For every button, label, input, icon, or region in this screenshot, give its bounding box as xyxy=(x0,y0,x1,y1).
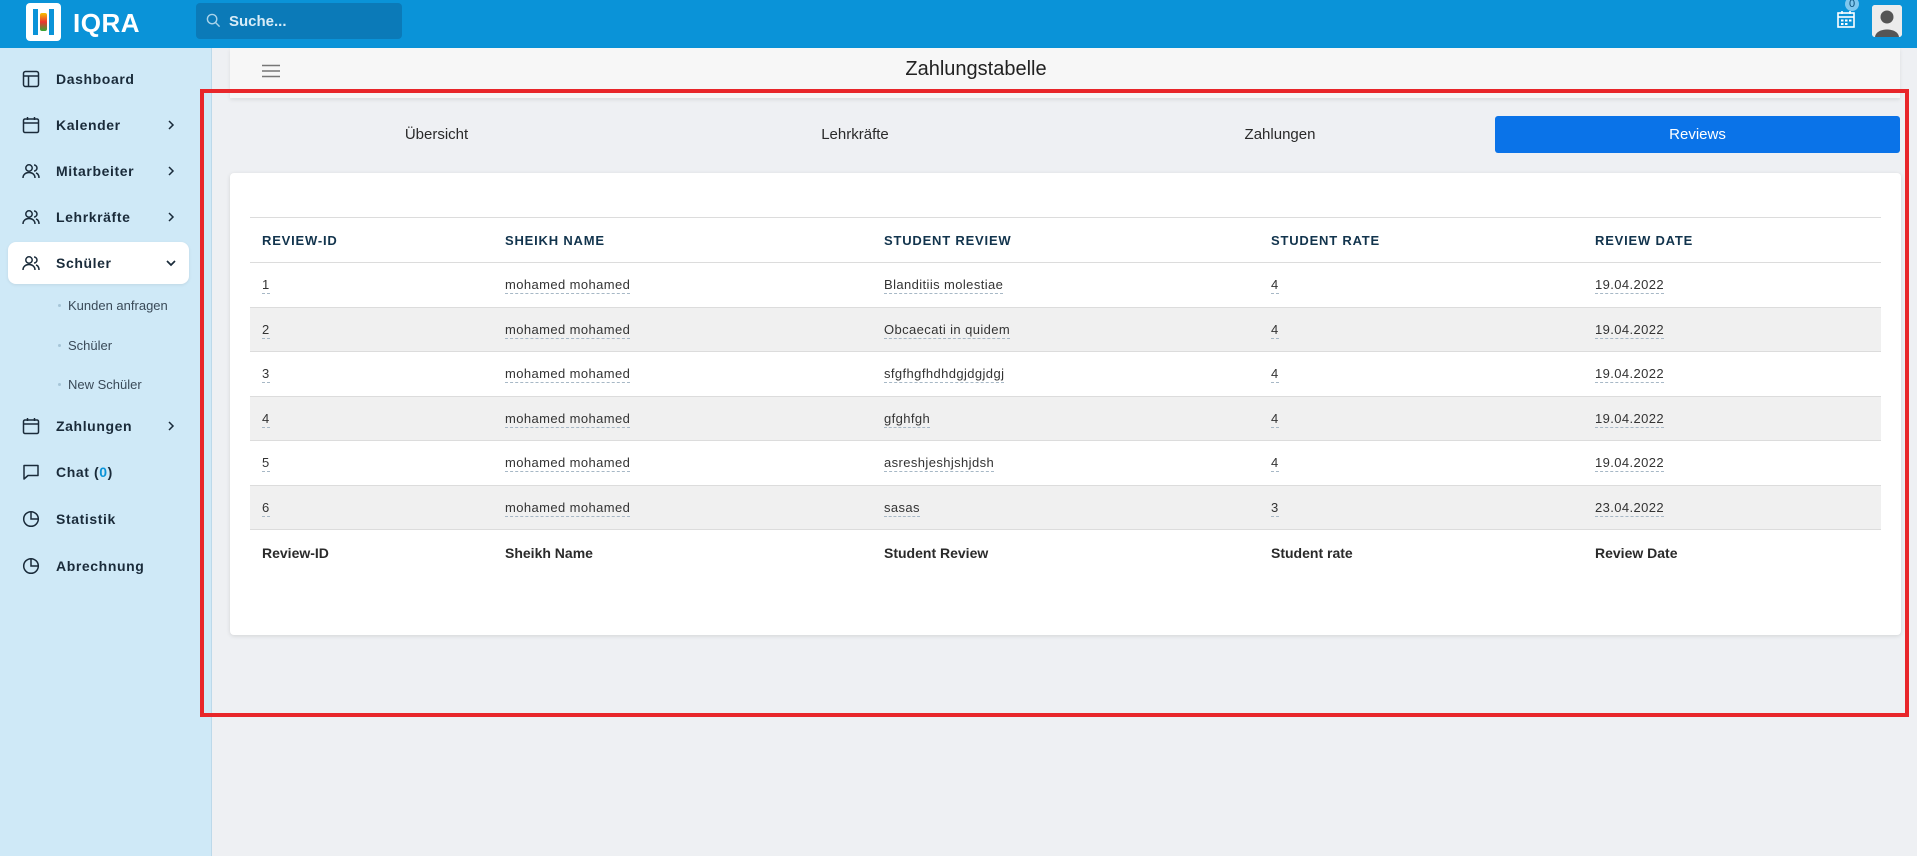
chat-icon xyxy=(23,464,39,480)
sidebar-item-label: Dashboard xyxy=(56,71,135,87)
sidebar-item-abrechnung[interactable]: Abrechnung xyxy=(8,545,189,587)
chat-count: 0 xyxy=(99,464,108,480)
calendar-icon[interactable] xyxy=(1837,10,1855,28)
app-title[interactable]: IQRA xyxy=(73,8,140,39)
sidebar-subitem-label: Schüler xyxy=(68,338,113,353)
sidebar-item-label: Chat (0) xyxy=(56,464,113,480)
sidebar-item-label: Abrechnung xyxy=(56,558,145,574)
users-icon xyxy=(22,210,40,225)
search-box[interactable] xyxy=(196,3,402,39)
sidebar-item-label: Statistik xyxy=(56,511,116,527)
bullet-icon xyxy=(58,344,61,347)
sidebar-item-mitarbeiter[interactable]: Mitarbeiter xyxy=(8,150,189,192)
pie-chart-icon xyxy=(22,510,40,528)
sidebar-item-label: Mitarbeiter xyxy=(56,163,135,179)
sidebar-item-statistik[interactable]: Statistik xyxy=(8,498,189,540)
search-icon xyxy=(206,13,221,28)
bullet-icon xyxy=(58,383,61,386)
avatar[interactable] xyxy=(1872,5,1902,37)
calendar-badge: 0 xyxy=(1845,0,1859,11)
calendar-icon xyxy=(22,117,40,134)
sidebar-item-label: Lehrkräfte xyxy=(56,209,131,225)
chevron-right-icon xyxy=(168,166,175,176)
sidebar-subitem-label: New Schüler xyxy=(68,377,142,392)
top-bar: IQRA 0 xyxy=(0,0,1917,48)
page-title: Zahlungstabelle xyxy=(905,58,1047,80)
sidebar-item-zahlungen[interactable]: Zahlungen xyxy=(8,405,189,447)
app-logo[interactable] xyxy=(26,3,61,41)
sidebar-subitem-label: Kunden anfragen xyxy=(68,298,168,313)
sidebar-item-label: Schüler xyxy=(56,255,112,271)
sidebar-item-label: Zahlungen xyxy=(56,418,133,434)
sidebar-item-dashboard[interactable]: Dashboard xyxy=(8,58,189,100)
sidebar-item-lehrkraefte[interactable]: Lehrkräfte xyxy=(8,196,189,238)
chevron-right-icon xyxy=(168,212,175,222)
calendar-icon xyxy=(22,418,40,435)
search-input[interactable] xyxy=(229,3,394,39)
chevron-right-icon xyxy=(168,120,175,130)
sidebar-item-kalender[interactable]: Kalender xyxy=(8,104,189,146)
pie-chart-icon xyxy=(22,557,40,575)
users-icon xyxy=(22,164,40,179)
sidebar-item-chat[interactable]: Chat (0) xyxy=(8,451,189,493)
chevron-down-icon xyxy=(166,260,176,267)
dashboard-icon xyxy=(22,70,40,88)
sidebar: Dashboard Kalender Mitarbeiter Lehrkräft… xyxy=(0,48,212,856)
highlight-frame xyxy=(200,89,1909,717)
users-icon xyxy=(22,256,40,271)
sidebar-item-label: Kalender xyxy=(56,117,121,133)
sidebar-item-schueler[interactable]: Schüler xyxy=(8,242,189,284)
bullet-icon xyxy=(58,304,61,307)
chevron-right-icon xyxy=(168,421,175,431)
